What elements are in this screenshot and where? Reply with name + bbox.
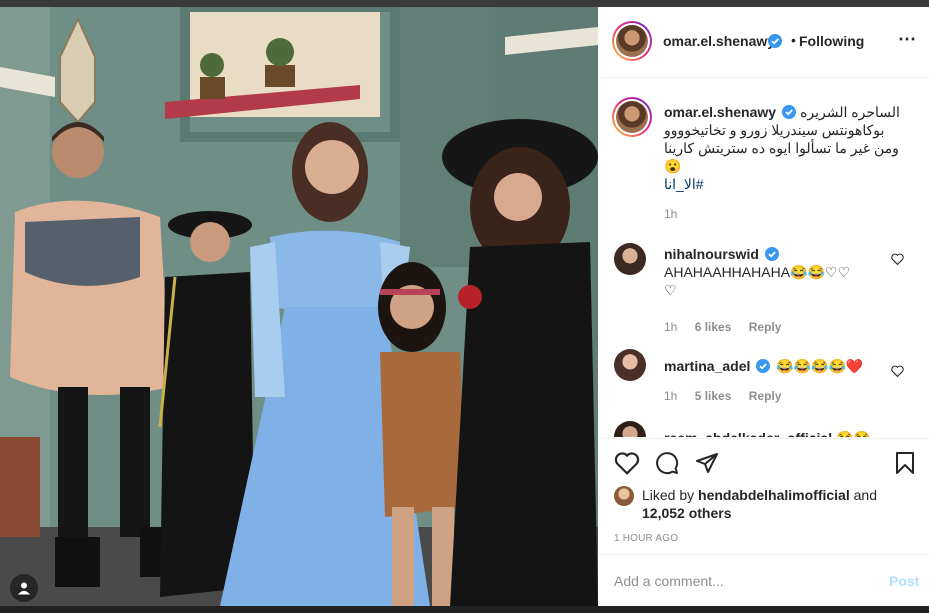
comment-username[interactable]: martina_adel [664, 358, 750, 374]
backdrop-strip-bottom [0, 606, 929, 613]
liker-avatar[interactable] [614, 486, 634, 506]
comment-like-icon[interactable] [891, 253, 904, 265]
caption-line-1: الساحره الشريره [800, 104, 900, 120]
post-actions: Liked by hendabdelhalimofficial and 12,0… [598, 438, 929, 606]
comment-username[interactable]: reem_abdelkader_official [664, 430, 832, 437]
caption-emoji: 😮 [664, 158, 682, 174]
liked-by-prefix: Liked by [642, 487, 695, 503]
liked-by-user[interactable]: hendabdelhalimofficial [698, 487, 850, 503]
post-comment-button[interactable]: Post [889, 573, 919, 589]
liked-by-count[interactable]: 12,052 others [642, 505, 732, 521]
verified-icon [768, 34, 782, 48]
comment-text: 😂😂😂😂❤️ [776, 358, 864, 374]
post-side-panel: omar.el.shenawy • Following ⋯ omar.el.sh… [598, 7, 929, 606]
caption-time[interactable]: 1h [664, 207, 677, 221]
comment-likes[interactable]: 5 likes [695, 389, 732, 403]
caption-hashtag[interactable]: #الا_انا [664, 175, 914, 193]
comment-reply-button[interactable]: Reply [749, 389, 782, 403]
share-icon[interactable] [694, 451, 720, 475]
author-username[interactable]: omar.el.shenawy [663, 33, 775, 49]
comment-avatar[interactable] [614, 421, 646, 437]
post-time-ago[interactable]: 1 HOUR AGO [614, 533, 678, 544]
comment-avatar[interactable] [614, 243, 646, 275]
verified-icon [782, 105, 797, 119]
comment-text-2: ♡ [664, 282, 677, 298]
caption-author-avatar[interactable] [612, 97, 652, 137]
post-photo[interactable] [0, 7, 598, 606]
comment-reply-button[interactable]: Reply [749, 320, 782, 334]
more-options-icon[interactable]: ⋯ [898, 29, 917, 50]
comment-username[interactable]: nihalnourswid [664, 246, 759, 262]
add-comment-input[interactable]: Add a comment... [614, 573, 724, 589]
caption-line-3: ومن غير ما تسألوا ايوه ده ستريتش كارينا [664, 140, 899, 156]
post-modal: omar.el.shenawy • Following ⋯ omar.el.sh… [0, 0, 929, 613]
separator-dot: • [791, 32, 796, 48]
comment-icon[interactable] [654, 451, 680, 475]
bookmark-icon[interactable] [894, 451, 916, 475]
user-tag-icon [18, 582, 30, 595]
backdrop-strip [0, 0, 929, 7]
comment-text: AHAHAAHHAHAHA😂😂♡♡ [664, 264, 850, 280]
author-avatar[interactable] [612, 21, 652, 61]
following-button[interactable]: Following [799, 33, 864, 49]
post-photo-image [0, 7, 598, 606]
caption-line-2: بوكاهونتس سيندريلا زورو و تخاتيخوووو [664, 122, 885, 138]
comment-like-icon[interactable] [891, 365, 904, 377]
user-tag-button[interactable] [10, 574, 38, 602]
comment-time[interactable]: 1h [664, 320, 677, 334]
add-comment-bar: Add a comment... Post [598, 554, 929, 607]
post-header: omar.el.shenawy • Following ⋯ [598, 7, 929, 78]
heart-icon[interactable] [614, 451, 640, 475]
caption-username[interactable]: omar.el.shenawy [664, 103, 776, 121]
comment-likes[interactable]: 6 likes [695, 320, 732, 334]
comments-list[interactable]: omar.el.shenawy الساحره الشريره بوكاهونت… [598, 79, 929, 437]
liked-by-and: and [853, 487, 877, 503]
verified-icon [756, 359, 771, 373]
comment-text: 😂😂 [836, 430, 871, 437]
verified-icon [764, 247, 779, 261]
comment-time[interactable]: 1h [664, 389, 677, 403]
comment-avatar[interactable] [614, 349, 646, 381]
